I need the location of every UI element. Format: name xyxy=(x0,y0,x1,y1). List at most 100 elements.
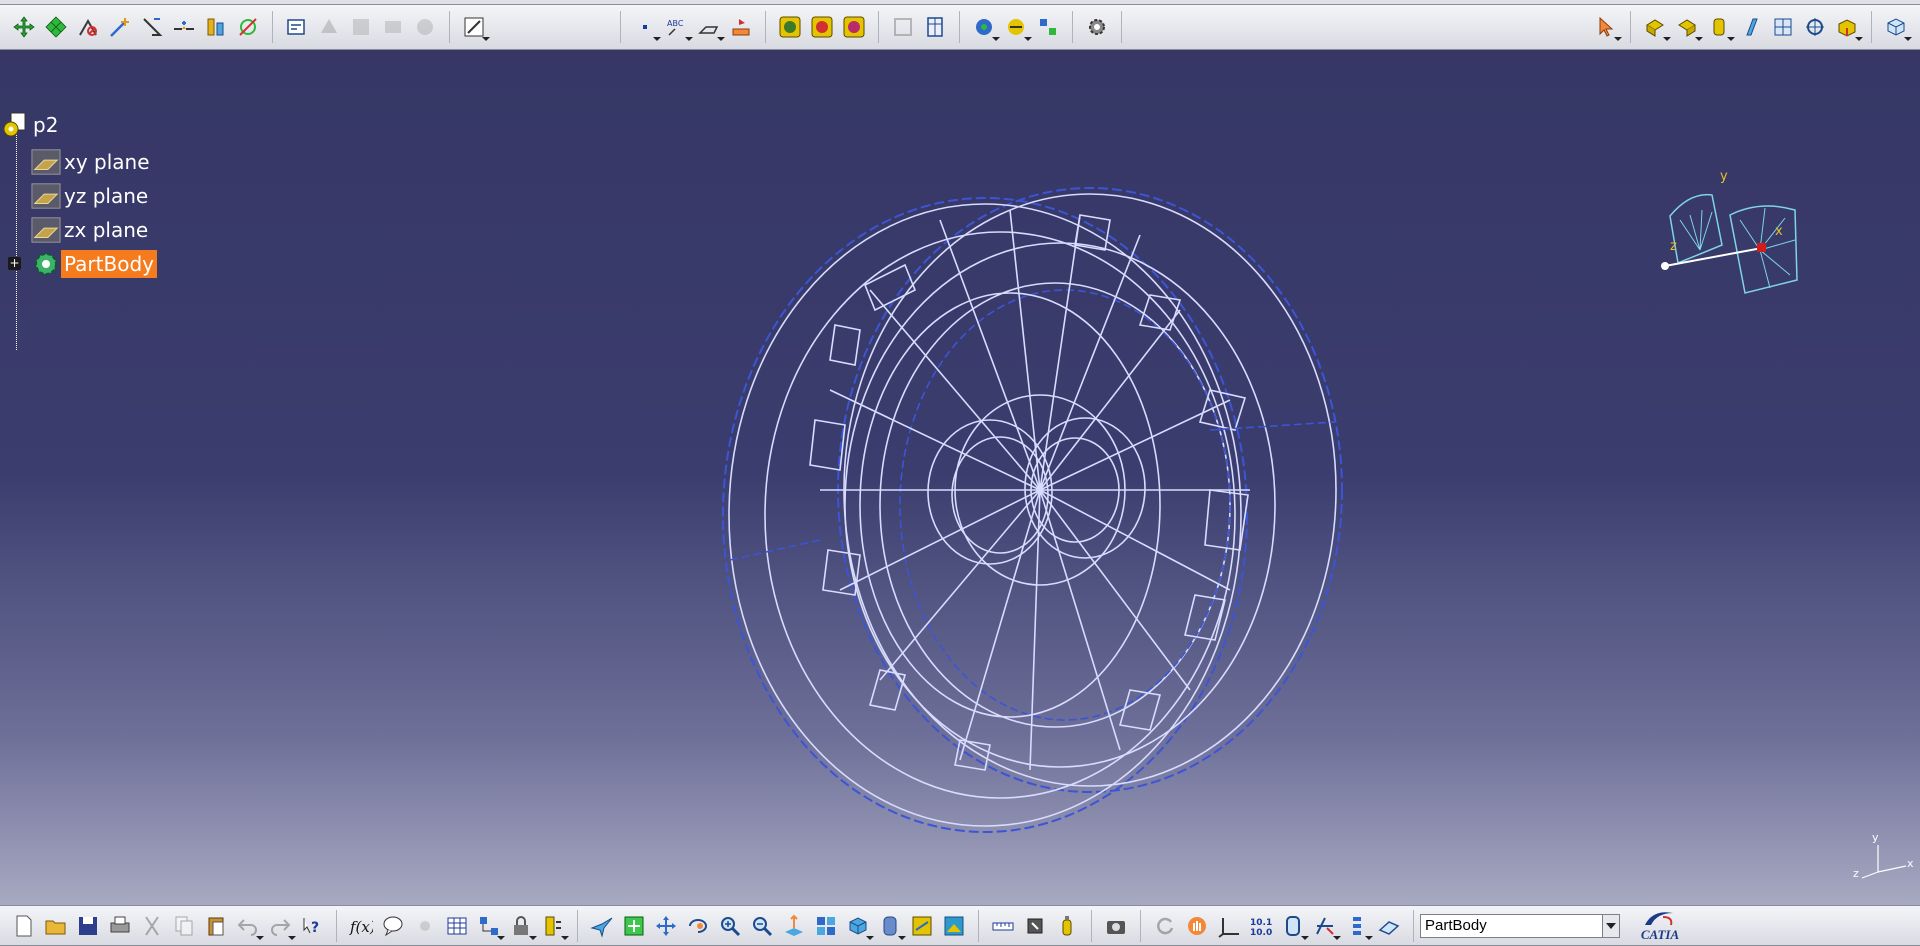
multi-view-icon[interactable] xyxy=(812,912,840,940)
zoom-in-icon[interactable] xyxy=(716,912,744,940)
text-icon[interactable]: ABC xyxy=(663,13,693,41)
table-icon[interactable] xyxy=(889,13,917,41)
point-small-icon[interactable] xyxy=(631,13,661,41)
view-bottom-toolbar xyxy=(578,909,979,942)
normal-view-icon[interactable] xyxy=(780,912,808,940)
hand-icon[interactable] xyxy=(1183,912,1211,940)
3d-viewport[interactable]: y x z y x z p2 xy plane yz plane zx plan… xyxy=(0,50,1920,905)
new-icon[interactable] xyxy=(10,912,38,940)
capture-icon[interactable] xyxy=(1102,912,1130,940)
svg-text:ABC: ABC xyxy=(667,19,684,28)
catia-logo-text: CATIA xyxy=(1640,926,1680,942)
wheel-model-wireframe[interactable] xyxy=(722,187,1343,833)
translate-icon[interactable] xyxy=(10,13,38,41)
formula-icon[interactable]: f(x) xyxy=(347,912,375,940)
open-icon[interactable] xyxy=(42,912,70,940)
ds-logo-icon xyxy=(1645,911,1673,925)
expand-icon[interactable]: + xyxy=(8,257,21,270)
cut-icon[interactable] xyxy=(138,912,166,940)
copy-icon[interactable] xyxy=(170,912,198,940)
line-icon[interactable] xyxy=(138,13,166,41)
table-icon[interactable] xyxy=(443,912,471,940)
flag-icon[interactable] xyxy=(727,13,755,41)
tree-root[interactable]: p2 xyxy=(0,108,61,142)
rib-icon[interactable] xyxy=(1801,13,1829,41)
plane-icon[interactable] xyxy=(170,13,198,41)
table-toolbar xyxy=(879,11,960,43)
hybrid-icon[interactable] xyxy=(539,912,569,940)
parameter-icon[interactable] xyxy=(411,912,439,940)
swap-icon[interactable] xyxy=(908,912,936,940)
top-toolbar: ABC xyxy=(0,4,1920,50)
pad-icon[interactable] xyxy=(1641,13,1671,41)
point-icon[interactable] xyxy=(106,13,134,41)
symmetry-icon[interactable] xyxy=(74,13,102,41)
compass[interactable]: y x z xyxy=(1661,169,1798,294)
measure-toolbar xyxy=(979,909,1092,942)
tree-item-partbody[interactable]: + PartBody xyxy=(0,247,200,281)
pan-icon[interactable] xyxy=(652,912,680,940)
list-icon[interactable] xyxy=(1343,912,1373,940)
intersection-icon[interactable] xyxy=(234,13,262,41)
current-body-value: PartBody xyxy=(1425,917,1487,934)
rules-icon[interactable] xyxy=(1034,13,1062,41)
tree-item-yz-plane[interactable]: yz plane xyxy=(31,179,151,213)
space-icon[interactable] xyxy=(1279,912,1309,940)
cube-icon[interactable] xyxy=(1882,13,1912,41)
material-icon[interactable] xyxy=(840,13,868,41)
sketch-analysis-icon[interactable] xyxy=(283,13,311,41)
undo-icon[interactable] xyxy=(234,912,264,940)
settings-icon[interactable] xyxy=(1083,13,1111,41)
grid-icon[interactable] xyxy=(921,13,949,41)
rotate-icon[interactable] xyxy=(42,13,70,41)
catalog-icon[interactable] xyxy=(970,13,1000,41)
current-body-combo[interactable]: PartBody xyxy=(1420,913,1620,938)
tree-item-xy-plane[interactable]: xy plane xyxy=(31,145,153,179)
help-icon[interactable]: ? xyxy=(298,912,326,940)
fit-all-icon[interactable] xyxy=(620,912,648,940)
shaft-icon[interactable] xyxy=(1705,13,1735,41)
image-icon[interactable] xyxy=(940,912,968,940)
hide-show-icon[interactable] xyxy=(876,912,906,940)
update-icon[interactable] xyxy=(1151,912,1179,940)
redo-icon[interactable] xyxy=(266,912,296,940)
constraint-icon[interactable] xyxy=(315,13,343,41)
sketch-icon[interactable] xyxy=(460,13,490,41)
paste-icon[interactable] xyxy=(202,912,230,940)
inertia-icon[interactable] xyxy=(1021,912,1049,940)
lock-icon[interactable] xyxy=(507,912,537,940)
fix-together-icon[interactable] xyxy=(379,13,407,41)
axis-icon[interactable] xyxy=(1215,912,1243,940)
annotation-icon[interactable] xyxy=(695,13,725,41)
zoom-out-icon[interactable] xyxy=(748,912,776,940)
knowledge-icon[interactable] xyxy=(475,912,505,940)
hole-icon[interactable] xyxy=(1769,13,1797,41)
scan-icon[interactable] xyxy=(1053,912,1081,940)
knowledge-icon[interactable] xyxy=(1002,13,1032,41)
svg-text:?: ? xyxy=(311,920,319,936)
pocket-icon[interactable] xyxy=(1673,13,1703,41)
box-icon[interactable] xyxy=(1833,13,1863,41)
select-icon[interactable] xyxy=(1592,13,1622,41)
body-gear-icon xyxy=(31,249,61,279)
fly-icon[interactable] xyxy=(588,912,616,940)
comment-icon[interactable] xyxy=(379,912,407,940)
sketcher-icon[interactable] xyxy=(1311,912,1341,940)
rotate-view-icon[interactable] xyxy=(684,912,712,940)
auto-constraint-icon[interactable] xyxy=(411,13,439,41)
render-icon[interactable] xyxy=(808,13,836,41)
iso-view-icon[interactable] xyxy=(844,912,874,940)
measure-icon[interactable] xyxy=(989,912,1017,940)
tree-item-label: xy plane xyxy=(64,150,150,174)
publish-icon[interactable] xyxy=(776,13,804,41)
tree-item-zx-plane[interactable]: zx plane xyxy=(31,213,151,247)
constraint-dim-icon[interactable] xyxy=(347,13,375,41)
groove-icon[interactable] xyxy=(1737,13,1765,41)
sketcher-toolbar xyxy=(450,11,621,43)
print-icon[interactable] xyxy=(106,912,134,940)
number-icon[interactable]: 10.1 10.0 xyxy=(1247,912,1275,940)
chevron-down-icon[interactable] xyxy=(1602,914,1619,937)
body-icon[interactable] xyxy=(1375,912,1403,940)
projection-icon[interactable] xyxy=(202,13,230,41)
save-icon[interactable] xyxy=(74,912,102,940)
